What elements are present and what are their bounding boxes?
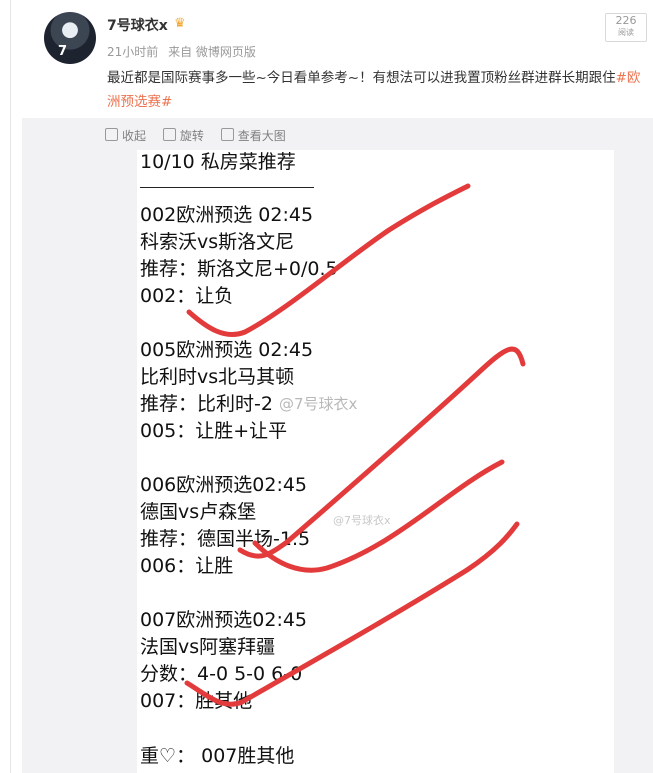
view-large-button[interactable]: 查看大图 (220, 127, 286, 144)
post-image[interactable]: 10/10 私房菜推荐 002欧洲预选 02:45 科索沃vs斯洛文尼 推荐：斯… (137, 150, 614, 773)
rotate-icon (162, 128, 176, 141)
read-count-badge: 226 阅读 (605, 13, 647, 42)
post-meta: 21小时前 来自 微博网页版 (107, 43, 262, 60)
collapse-icon (105, 128, 118, 141)
scribble-stroke (186, 183, 471, 338)
rotate-button[interactable]: 旋转 (162, 127, 204, 144)
crown-badge-icon: ♛ (174, 16, 186, 31)
avatar-jersey-number: 7 (58, 44, 68, 59)
scribble-stroke (237, 346, 526, 559)
post-source: 来自 微博网页版 (168, 45, 256, 59)
post-body: 最近都是国际赛事多一些~今日看单参考~！有想法可以进我置顶粉丝群进群长期跟住 (107, 70, 616, 86)
post-time[interactable]: 21小时前 (107, 45, 158, 59)
red-scribble-overlay (184, 183, 526, 707)
user-avatar[interactable]: 7 (44, 12, 96, 64)
read-label: 阅读 (618, 28, 634, 37)
image-toolbar: 收起 旋转 查看大图 (105, 127, 299, 144)
username[interactable]: 7号球衣x (107, 15, 168, 35)
view-large-icon (220, 128, 234, 141)
rotate-label: 旋转 (179, 129, 204, 143)
scribble-stroke (252, 459, 505, 573)
read-count: 226 (615, 14, 637, 27)
view-large-label: 查看大图 (237, 129, 286, 143)
scribble-stroke (184, 521, 520, 707)
collapse-label: 收起 (122, 129, 147, 143)
page-left-border (10, 0, 11, 773)
post-text: 最近都是国际赛事多一些~今日看单参考~！有想法可以进我置顶粉丝群进群长期跟住#欧… (107, 66, 642, 114)
collapse-button[interactable]: 收起 (105, 127, 146, 144)
